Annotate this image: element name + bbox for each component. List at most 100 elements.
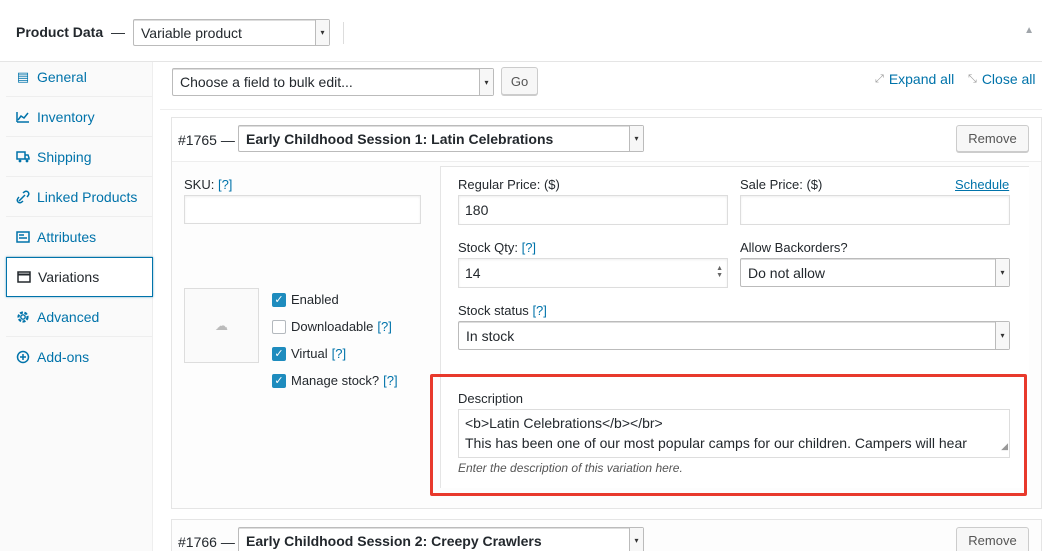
checkbox-checked-icon: ✓ xyxy=(272,346,286,361)
collapse-panel-icon[interactable]: ▲ xyxy=(1024,25,1034,36)
variation-attribute-value: Early Childhood Session 1: Latin Celebra… xyxy=(246,130,554,147)
sku-label: SKU: [?] xyxy=(184,177,232,192)
go-button[interactable]: Go xyxy=(501,67,538,95)
attributes-icon xyxy=(16,230,30,244)
tab-advanced[interactable]: Advanced xyxy=(6,297,153,337)
close-all-label: Close all xyxy=(981,71,1036,87)
product-data-title: Product Data — xyxy=(16,24,125,40)
manage-stock-checkbox[interactable]: ✓ Manage stock? [?] xyxy=(272,373,398,388)
header-divider xyxy=(343,22,344,44)
variation-id: #1765 — xyxy=(178,132,235,148)
tab-linked-products[interactable]: Linked Products xyxy=(6,177,153,217)
expand-icon: ⤢ xyxy=(875,72,884,85)
gear-icon xyxy=(16,310,30,324)
stock-qty-input[interactable]: 14 ▲ ▼ xyxy=(458,258,728,288)
remove-variation-button[interactable]: Remove xyxy=(956,125,1029,152)
product-data-tabs: ▤ General Inventory Shipping Linked Prod… xyxy=(0,62,153,551)
tab-linked-products-label: Linked Products xyxy=(37,188,138,205)
tab-variations[interactable]: Variations xyxy=(6,257,153,297)
tab-general-label: General xyxy=(37,68,87,85)
product-data-label: Product Data xyxy=(16,24,104,40)
downloadable-help-link[interactable]: [?] xyxy=(377,319,391,334)
image-placeholder-icon: ☁ xyxy=(215,317,228,333)
collapse-icon: ⤡ xyxy=(968,72,977,85)
stock-status-value: In stock xyxy=(466,327,515,344)
tab-general[interactable]: ▤ General xyxy=(6,57,153,97)
tab-attributes-label: Attributes xyxy=(37,228,97,245)
tab-attributes[interactable]: Attributes xyxy=(6,217,153,257)
manage-stock-label: Manage stock? xyxy=(291,373,380,388)
stock-qty-label: Stock Qty: [?] xyxy=(458,240,536,255)
tab-add-ons[interactable]: Add-ons xyxy=(6,337,153,377)
shipping-icon xyxy=(16,150,30,164)
tab-inventory[interactable]: Inventory xyxy=(6,97,153,137)
product-type-value: Variable product xyxy=(141,24,242,41)
regular-price-label: Regular Price: ($) xyxy=(458,177,560,192)
stock-qty-value: 14 xyxy=(465,265,481,281)
schedule-link[interactable]: Schedule xyxy=(955,177,1009,192)
remove-variation-button[interactable]: Remove xyxy=(956,527,1029,551)
virtual-checkbox[interactable]: ✓ Virtual [?] xyxy=(272,346,346,361)
close-all-link[interactable]: ⤡ Close all xyxy=(968,70,1036,88)
backorders-label: Allow Backorders? xyxy=(740,240,848,255)
tab-add-ons-label: Add-ons xyxy=(37,349,90,365)
stock-status-help-link[interactable]: [?] xyxy=(532,303,546,318)
chevron-down-icon: ▾ xyxy=(479,69,493,95)
stock-status-label-text: Stock status xyxy=(458,303,529,318)
stock-status-select[interactable]: In stock ▾ xyxy=(458,321,1010,350)
stock-qty-label-text: Stock Qty: xyxy=(458,240,518,255)
checkbox-checked-icon: ✓ xyxy=(272,373,286,388)
variation-attribute-select[interactable]: Early Childhood Session 2: Creepy Crawle… xyxy=(238,527,644,551)
tab-shipping[interactable]: Shipping xyxy=(6,137,153,177)
variation-attribute-value: Early Childhood Session 2: Creepy Crawle… xyxy=(246,532,542,549)
sku-input[interactable] xyxy=(184,195,421,224)
downloadable-label: Downloadable xyxy=(291,319,374,334)
sku-help-link[interactable]: [?] xyxy=(218,177,232,192)
chevron-down-icon: ▾ xyxy=(995,322,1009,349)
product-data-header: Product Data — Variable product ▾ ▲ xyxy=(0,0,1042,62)
expand-all-label: Expand all xyxy=(888,71,955,87)
remove-button-label: Remove xyxy=(968,533,1017,548)
variation-id: #1766 — xyxy=(178,534,235,550)
regular-price-value: 180 xyxy=(465,202,489,218)
variation-image-upload[interactable]: ☁ xyxy=(184,288,259,363)
remove-button-label: Remove xyxy=(968,131,1017,146)
plus-circle-icon xyxy=(16,350,30,364)
variation-attribute-select[interactable]: Early Childhood Session 1: Latin Celebra… xyxy=(238,125,644,152)
highlight-box xyxy=(430,374,1027,496)
sale-price-input[interactable] xyxy=(740,195,1010,225)
tab-shipping-label: Shipping xyxy=(37,148,92,165)
enabled-checkbox[interactable]: ✓ Enabled xyxy=(272,292,339,307)
tab-variations-label: Variations xyxy=(38,269,100,285)
stock-qty-help-link[interactable]: [?] xyxy=(522,240,536,255)
downloadable-checkbox[interactable]: Downloadable [?] xyxy=(272,319,392,334)
bulk-edit-value: Choose a field to bulk edit... xyxy=(180,74,353,90)
backorders-value: Do not allow xyxy=(748,264,826,281)
stock-status-label: Stock status [?] xyxy=(458,303,547,318)
general-icon: ▤ xyxy=(16,68,30,84)
product-type-select[interactable]: Variable product ▾ xyxy=(133,19,330,46)
inventory-icon xyxy=(16,110,30,124)
link-icon xyxy=(16,189,30,204)
variations-icon xyxy=(17,270,31,284)
enabled-label: Enabled xyxy=(291,292,339,307)
tab-advanced-label: Advanced xyxy=(37,308,100,325)
sale-price-label: Sale Price: ($) xyxy=(740,177,823,192)
number-stepper-icon[interactable]: ▲ ▼ xyxy=(716,265,723,279)
manage-stock-help-link[interactable]: [?] xyxy=(383,373,397,388)
chevron-down-icon: ▾ xyxy=(315,20,329,45)
expand-all-link[interactable]: ⤢ Expand all xyxy=(875,70,954,88)
chevron-down-icon: ▾ xyxy=(629,126,643,151)
virtual-label: Virtual xyxy=(291,346,328,361)
sku-label-text: SKU: xyxy=(184,177,215,192)
title-dash: — xyxy=(111,24,126,40)
go-button-label: Go xyxy=(510,73,529,89)
bulk-edit-select[interactable]: Choose a field to bulk edit... ▾ xyxy=(172,68,494,96)
checkbox-unchecked-icon xyxy=(272,319,286,334)
virtual-help-link[interactable]: [?] xyxy=(332,346,346,361)
backorders-select[interactable]: Do not allow ▾ xyxy=(740,258,1010,287)
regular-price-input[interactable]: 180 xyxy=(458,195,728,225)
checkbox-checked-icon: ✓ xyxy=(272,292,286,307)
tab-inventory-label: Inventory xyxy=(37,108,95,125)
chevron-down-icon: ▾ xyxy=(629,528,643,551)
